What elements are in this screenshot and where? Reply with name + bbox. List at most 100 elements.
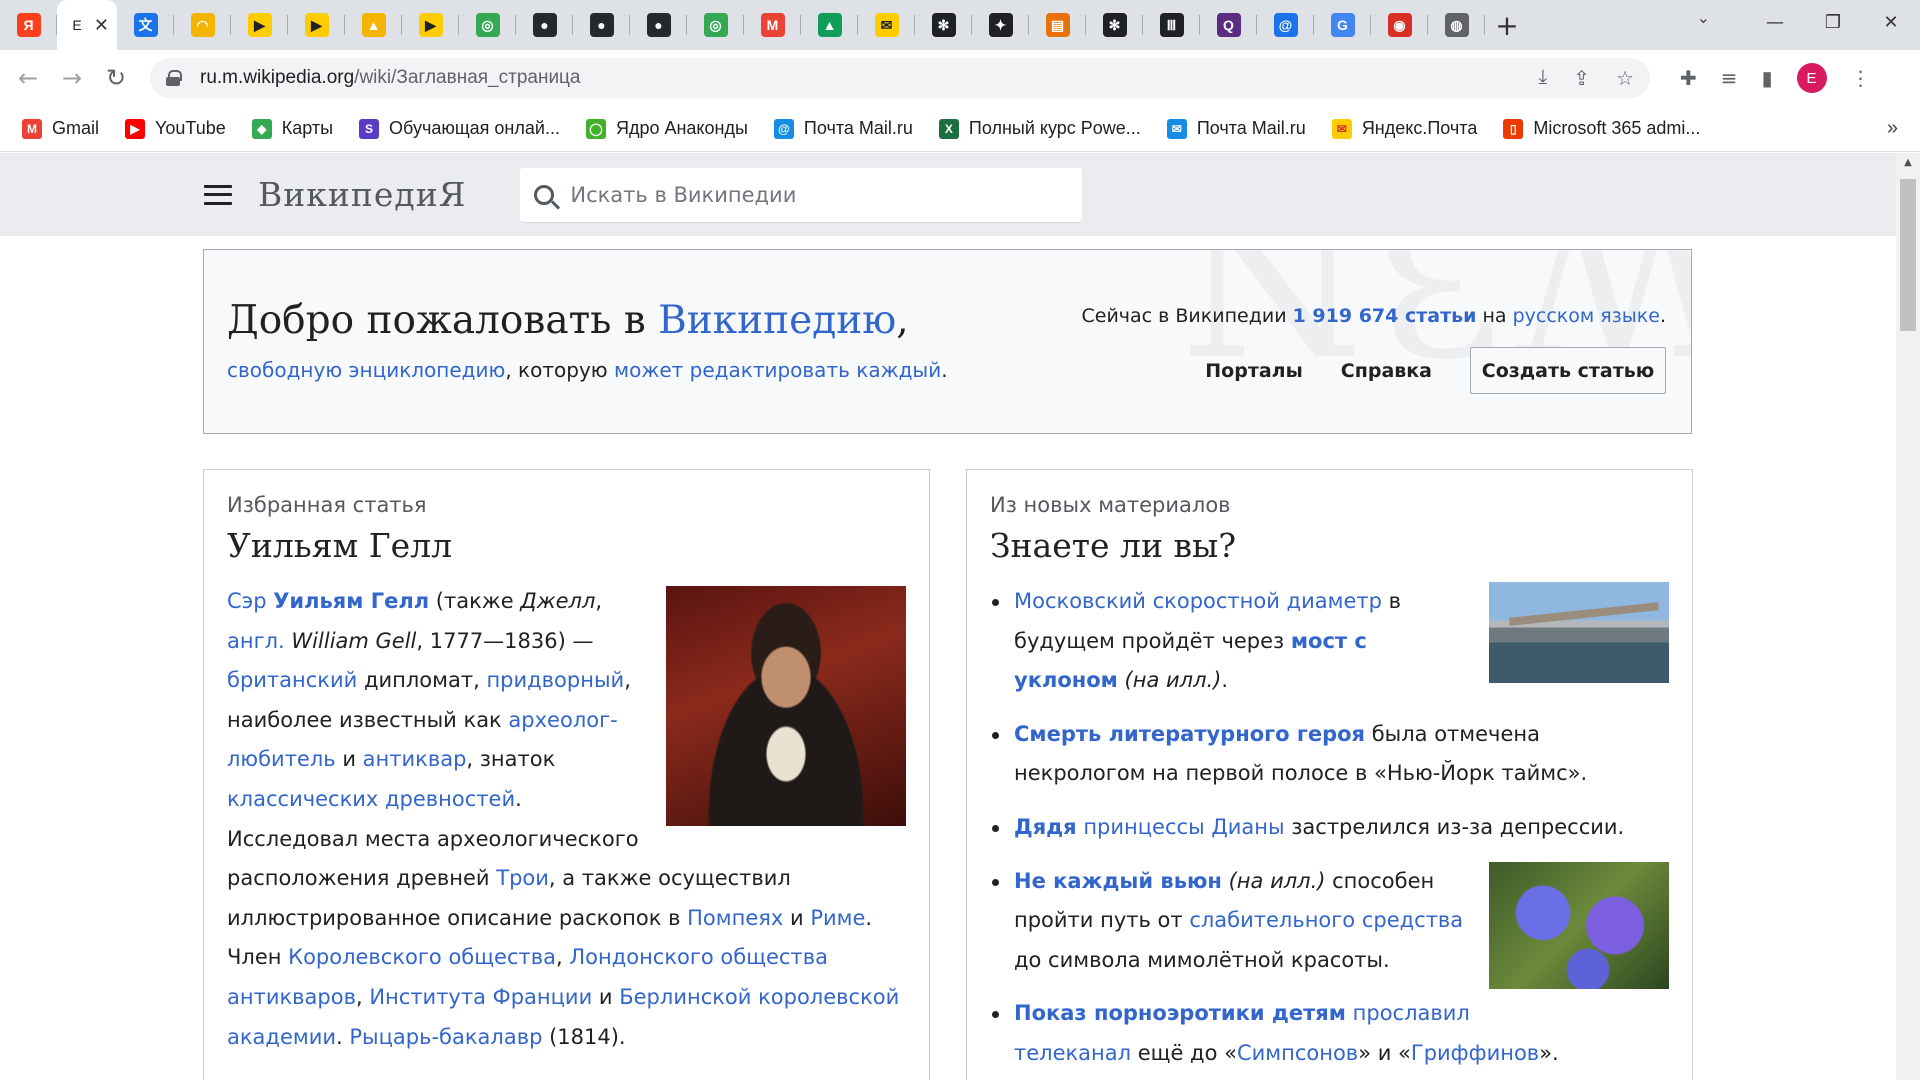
dyk-link[interactable]: Московский скоростной диаметр — [1014, 589, 1382, 613]
bookmark-item[interactable]: ✉ Почта Mail.ru — [1166, 118, 1306, 139]
russian-language-link[interactable]: русском языке — [1513, 305, 1660, 327]
browser-tab[interactable]: ◍ — [1428, 0, 1485, 50]
browser-tab[interactable]: ◠ — [174, 0, 231, 50]
bookmark-item[interactable]: @ Почта Mail.ru — [773, 118, 913, 139]
anyone-can-edit-link[interactable]: может редактировать каждый — [614, 358, 941, 382]
browser-tab[interactable]: ▤ — [1029, 0, 1086, 50]
profile-avatar[interactable]: E — [1796, 63, 1827, 93]
bookmark-item[interactable]: ◯ Ядро Анаконды — [585, 118, 748, 139]
side-panel-icon[interactable]: ▮ — [1762, 66, 1773, 90]
browser-tab[interactable]: ◎ — [687, 0, 744, 50]
browser-tab[interactable]: Е ✕ — [57, 0, 117, 50]
free-encyclopedia-link[interactable]: свободную энциклопедию — [227, 358, 505, 382]
help-link[interactable]: Справка — [1341, 360, 1432, 382]
browser-tab[interactable]: G — [1314, 0, 1371, 50]
featured-link[interactable]: Риме — [810, 906, 865, 930]
wikipedia-logo[interactable]: ВикипедиЯ — [258, 175, 466, 214]
morning-glory-image[interactable] — [1489, 861, 1669, 989]
scroll-up-arrow-icon[interactable]: ▲ — [1896, 157, 1920, 168]
dyk-link[interactable]: Дядя — [1014, 815, 1077, 839]
minimize-icon[interactable]: — — [1746, 0, 1804, 44]
browser-tab[interactable]: ✦ — [972, 0, 1029, 50]
bookmark-item[interactable]: ▶ YouTube — [125, 118, 226, 139]
dyk-link[interactable]: Не каждый вьюн — [1014, 869, 1222, 893]
browser-tab[interactable]: ▶ — [288, 0, 345, 50]
featured-link[interactable]: Помпеях — [687, 906, 783, 930]
browser-tab[interactable]: @ — [1257, 0, 1314, 50]
browser-tab[interactable]: ✻ — [1086, 0, 1143, 50]
browser-tab[interactable]: Ⅲ — [1143, 0, 1200, 50]
back-button[interactable]: ← — [8, 58, 48, 98]
media-control-icon[interactable]: ≡ — [1721, 66, 1738, 90]
browser-tab[interactable]: 文 — [117, 0, 174, 50]
dyk-link[interactable]: принцессы Дианы — [1083, 815, 1284, 839]
browser-tab[interactable]: ● — [573, 0, 630, 50]
dyk-link[interactable]: Гриффинов — [1411, 1041, 1539, 1065]
dyk-link[interactable]: Симпсонов — [1237, 1041, 1358, 1065]
browser-tab[interactable]: ▲ — [345, 0, 402, 50]
tab-search-chevron-icon[interactable]: ⌄ — [1697, 8, 1710, 27]
bookmark-item[interactable]: X Полный курс Powe... — [938, 118, 1141, 139]
browser-tab[interactable]: ▲ — [801, 0, 858, 50]
featured-title[interactable]: Уильям Гелл — [227, 526, 452, 565]
browser-tab[interactable]: M — [744, 0, 801, 50]
browser-tab[interactable]: ● — [630, 0, 687, 50]
dyk-link[interactable]: Показ порноэротики детям — [1014, 1001, 1346, 1025]
share-icon[interactable]: ⇪ — [1573, 66, 1590, 91]
browser-tab[interactable]: ◉ — [1371, 0, 1428, 50]
menu-icon[interactable]: ⋮ — [1851, 66, 1871, 90]
close-tab-icon[interactable]: ✕ — [94, 15, 109, 36]
dyk-link[interactable]: слабительного средства — [1189, 908, 1463, 932]
play-icon: ▶ — [418, 13, 443, 37]
lock-icon[interactable] — [166, 70, 182, 86]
bridge-image[interactable] — [1489, 582, 1669, 683]
address-bar[interactable]: ru.m.wikipedia.org/wiki/Заглавная_страни… — [150, 58, 1650, 98]
bookmark-item[interactable]: ◆ Карты — [251, 118, 333, 139]
featured-link[interactable]: Королевского общества — [288, 945, 556, 969]
featured-link[interactable]: придворный — [486, 668, 624, 692]
bookmark-star-icon[interactable]: ☆ — [1616, 66, 1634, 91]
create-article-button[interactable]: Создать статью — [1470, 347, 1666, 394]
bookmark-item[interactable]: ✉ Яндекс.Почта — [1331, 118, 1477, 139]
featured-link[interactable]: Института Франции — [369, 985, 592, 1009]
install-app-icon[interactable]: ⤓ — [1538, 66, 1547, 91]
scrollbar-thumb[interactable] — [1900, 179, 1916, 331]
wiki-search-input[interactable]: Искать в Википедии — [520, 167, 1083, 222]
featured-link[interactable]: классических древностей — [227, 787, 515, 811]
dyk-link[interactable]: Смерть литературного героя — [1014, 722, 1365, 746]
new-tab-button[interactable]: + — [1485, 0, 1529, 50]
bookmark-item[interactable]: S Обучающая онлай... — [359, 118, 560, 139]
rainbow-icon: ◠ — [190, 13, 215, 37]
spiral-icon: ◎ — [703, 13, 728, 37]
browser-tab[interactable]: ◎ — [459, 0, 516, 50]
featured-link[interactable]: Сэр — [227, 589, 273, 613]
bookmark-item[interactable]: ▯ Microsoft 365 admi... — [1503, 118, 1700, 139]
browser-tab[interactable]: ▶ — [402, 0, 459, 50]
featured-link[interactable]: Рыцарь-бакалавр — [349, 1025, 542, 1049]
william-gell-portrait[interactable] — [666, 586, 906, 826]
bookmark-label: Microsoft 365 admi... — [1533, 118, 1701, 138]
wikipedia-link[interactable]: Википедию — [658, 298, 896, 343]
close-window-icon[interactable]: ✕ — [1862, 0, 1920, 44]
featured-link[interactable]: британский — [227, 668, 357, 692]
browser-tab[interactable]: ● — [516, 0, 573, 50]
restore-icon[interactable]: ❐ — [1804, 0, 1862, 44]
browser-tab[interactable]: ▶ — [231, 0, 288, 50]
bookmark-item[interactable]: M Gmail — [22, 118, 99, 139]
featured-link[interactable]: антиквар — [363, 747, 467, 771]
page-scrollbar[interactable]: ▲ — [1896, 153, 1920, 1080]
featured-link[interactable]: англ. — [227, 629, 285, 653]
featured-link[interactable]: Трои — [496, 866, 549, 890]
article-count-link[interactable]: 1 919 674 статьи — [1293, 305, 1477, 327]
browser-tab[interactable]: Q — [1200, 0, 1257, 50]
forward-button[interactable]: → — [52, 58, 92, 98]
browser-tab[interactable]: ✉ — [858, 0, 915, 50]
browser-tab[interactable]: Я — [0, 0, 57, 50]
featured-link[interactable]: Уильям Гелл — [273, 589, 429, 613]
reload-button[interactable]: ↻ — [96, 58, 136, 98]
menu-burger-icon[interactable] — [204, 184, 232, 205]
portals-link[interactable]: Порталы — [1205, 360, 1303, 382]
more-bookmarks-icon[interactable]: » — [1887, 117, 1898, 140]
extensions-icon[interactable]: ✚ — [1680, 66, 1697, 90]
browser-tab[interactable]: ✻ — [915, 0, 972, 50]
